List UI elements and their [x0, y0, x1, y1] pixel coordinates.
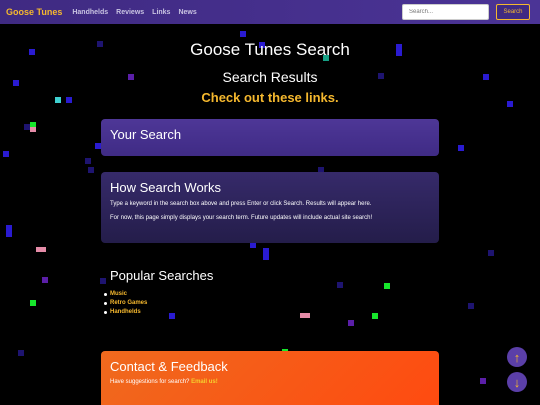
- search-button[interactable]: Search: [496, 4, 530, 20]
- how-search-works-card: How Search Works Type a keyword in the s…: [101, 172, 439, 243]
- email-link[interactable]: Email us!: [191, 379, 218, 385]
- brand-logo[interactable]: Goose Tunes: [6, 7, 62, 17]
- nav-link-handhelds[interactable]: Handhelds: [72, 9, 108, 16]
- contact-text: Have suggestions for search?: [110, 379, 190, 385]
- scroll-up-button[interactable]: ↑: [507, 347, 527, 367]
- popular-searches-list: Music Retro Games Handhelds: [104, 290, 410, 317]
- nav-link-links[interactable]: Links: [152, 9, 170, 16]
- popular-search-link-handhelds[interactable]: Handhelds: [104, 308, 410, 317]
- your-search-heading: Your Search: [110, 127, 182, 142]
- contact-text-line: Have suggestions for search? Email us!: [110, 379, 430, 387]
- nav-link-news[interactable]: News: [178, 9, 196, 16]
- how-search-works-paragraph: For now, this page simply displays your …: [110, 214, 373, 221]
- contact-feedback-card: Contact & Feedback Have suggestions for …: [101, 351, 439, 405]
- how-search-works-heading: How Search Works: [110, 180, 222, 195]
- results-subtitle: Search Results: [222, 69, 318, 85]
- popular-searches-section: Popular Searches Music Retro Games Handh…: [104, 268, 410, 317]
- tagline: Check out these links.: [201, 90, 339, 105]
- popular-searches-heading: Popular Searches: [110, 268, 214, 283]
- popular-search-link-music[interactable]: Music: [104, 290, 410, 299]
- arrow-down-icon: ↓: [513, 374, 521, 390]
- scroll-down-button[interactable]: ↓: [507, 372, 527, 392]
- arrow-up-icon: ↑: [513, 349, 521, 365]
- nav-link-reviews[interactable]: Reviews: [116, 9, 144, 16]
- how-search-works-paragraph: Type a keyword in the search box above a…: [110, 201, 372, 207]
- search-input[interactable]: [402, 4, 489, 20]
- page-title: Goose Tunes Search: [190, 40, 350, 59]
- popular-search-link-retro-games[interactable]: Retro Games: [104, 299, 410, 308]
- contact-heading: Contact & Feedback: [110, 359, 228, 374]
- your-search-card: Your Search: [101, 119, 439, 156]
